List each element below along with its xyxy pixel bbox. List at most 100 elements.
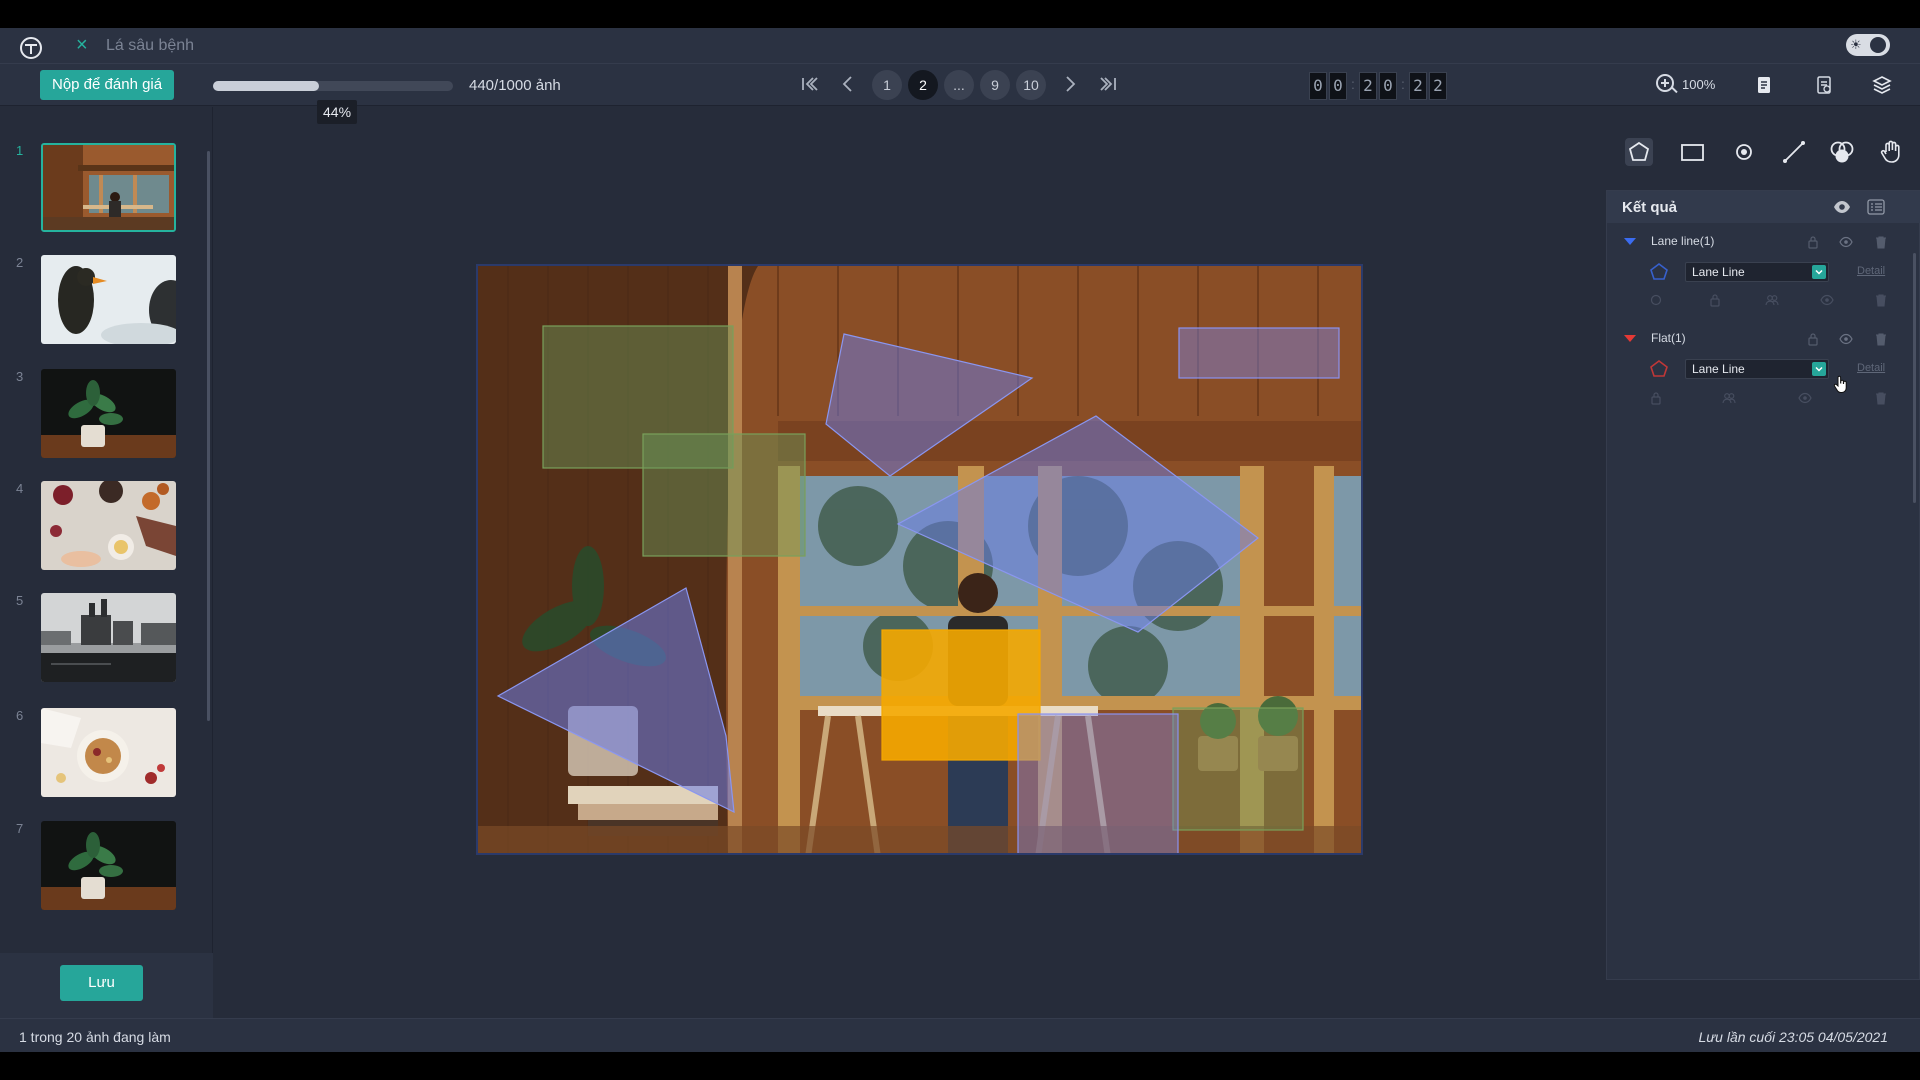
eye-icon[interactable]	[1839, 332, 1853, 346]
group-name: Lane line(1)	[1651, 234, 1715, 248]
detail-link[interactable]: Detail	[1857, 362, 1885, 374]
timer-digit: 2	[1359, 72, 1377, 100]
label-select-value: Lane Line	[1692, 362, 1745, 376]
page-9-button[interactable]: 9	[980, 70, 1010, 100]
hand-tool-icon[interactable]	[1877, 137, 1907, 167]
chevron-down-icon[interactable]	[1812, 265, 1826, 279]
thumbnail-image[interactable]	[41, 708, 176, 797]
last-page-icon[interactable]	[1098, 73, 1122, 97]
progress-percent-tooltip: 44%	[317, 100, 358, 124]
result-group-lane-line[interactable]: Lane line(1)	[1607, 227, 1920, 257]
page-1-button[interactable]: 1	[872, 70, 902, 100]
thumbnail-item[interactable]: 5	[0, 593, 200, 693]
page-2-button[interactable]: 2	[908, 70, 938, 100]
trash-icon[interactable]	[1874, 293, 1888, 307]
caret-down-icon[interactable]	[1624, 238, 1636, 245]
rectangle-tool-icon[interactable]	[1677, 137, 1707, 167]
zoom-level: 100%	[1682, 77, 1716, 92]
thumbnail-item[interactable]: 4	[0, 481, 200, 581]
submit-for-review-button[interactable]: Nộp để đánh giá	[40, 70, 175, 100]
eye-icon[interactable]	[1798, 391, 1812, 405]
point-tool-icon[interactable]	[1729, 137, 1759, 167]
label-select[interactable]: Lane Line	[1685, 359, 1829, 379]
thumbnail-index: 6	[16, 708, 24, 723]
close-icon[interactable]: ×	[76, 34, 88, 57]
list-view-icon[interactable]	[1867, 199, 1885, 215]
thumbnail-item[interactable]: 6	[0, 708, 200, 808]
thumbnail-sidebar: 1 2 3 4 5 6 7 Lưu	[0, 107, 213, 1018]
group-name: Flat(1)	[1651, 331, 1686, 345]
person-head	[958, 573, 998, 613]
eye-icon[interactable]	[1833, 199, 1851, 215]
thumbnail-image[interactable]	[41, 369, 176, 458]
eye-icon[interactable]	[1839, 235, 1853, 249]
thumbnail-index: 4	[16, 481, 24, 496]
lock-icon[interactable]	[1806, 332, 1820, 346]
results-header: Kết quả	[1607, 191, 1920, 223]
lock-icon[interactable]	[1806, 235, 1820, 249]
trash-icon[interactable]	[1874, 332, 1888, 346]
users-icon[interactable]	[1722, 391, 1736, 405]
layers-icon[interactable]	[1871, 74, 1893, 96]
next-page-icon[interactable]	[1058, 73, 1082, 97]
page-10-button[interactable]: 10	[1016, 70, 1046, 100]
sidebar-scrollbar[interactable]	[207, 151, 210, 721]
thumbnail-image[interactable]	[41, 821, 176, 910]
thumbnail-image[interactable]	[41, 255, 176, 344]
toolbar: Nộp để đánh giá 44% 440/1000 ảnh 1 2 ...…	[0, 64, 1920, 124]
detail-link[interactable]: Detail	[1857, 265, 1885, 277]
polygon-tool-icon[interactable]	[1624, 137, 1654, 167]
reset-icon[interactable]	[1649, 293, 1663, 307]
thumbnail-index: 1	[16, 143, 24, 158]
timer-digit: 0	[1329, 72, 1347, 100]
annotation-rect-green	[642, 433, 806, 557]
thumbnail-item[interactable]: 2	[0, 255, 200, 355]
title-bar: × Lá sâu bệnh ☀	[0, 28, 1920, 64]
label-select-value: Lane Line	[1692, 265, 1745, 279]
thumbnail-item[interactable]: 3	[0, 369, 200, 469]
document-list-icon[interactable]	[1813, 74, 1835, 96]
app-logo-icon	[20, 37, 42, 59]
hand-cursor-icon	[1833, 375, 1849, 393]
results-scrollbar[interactable]	[1913, 253, 1916, 503]
result-item[interactable]: Lane Line Detail	[1607, 257, 1920, 287]
annotation-rect-orange	[881, 629, 1041, 761]
thumbnail-index: 5	[16, 593, 24, 608]
tool-palette	[1605, 125, 1920, 181]
result-group-flat[interactable]: Flat(1)	[1607, 324, 1920, 354]
timer-digit: 2	[1409, 72, 1427, 100]
timer-separator: :	[1351, 76, 1355, 92]
thumbnail-item[interactable]: 7	[0, 821, 200, 921]
trash-icon[interactable]	[1874, 391, 1888, 405]
thumbnail-image[interactable]	[41, 143, 176, 232]
thumbnail-image[interactable]	[41, 481, 176, 570]
first-page-icon[interactable]	[796, 73, 820, 97]
users-icon[interactable]	[1765, 293, 1779, 307]
zoom-handle	[1671, 86, 1678, 94]
thumbnail-item[interactable]: 1	[0, 143, 200, 243]
timer-digit: 0	[1309, 72, 1327, 100]
zoom-in-icon[interactable]	[1656, 74, 1674, 92]
annotation-canvas[interactable]	[476, 264, 1363, 855]
trash-icon[interactable]	[1874, 235, 1888, 249]
page-ellipsis[interactable]: ...	[944, 70, 974, 100]
timer-digit: 0	[1379, 72, 1397, 100]
annotation-app: × Lá sâu bệnh ☀ Nộp để đánh giá 44% 440/…	[0, 28, 1920, 1052]
color-filter-icon[interactable]	[1827, 137, 1857, 167]
eye-icon[interactable]	[1820, 293, 1834, 307]
sidebar-footer: Lưu	[0, 953, 213, 1018]
status-bar: 1 trong 20 ảnh đang làm Lưu lần cuối 23:…	[0, 1018, 1920, 1052]
lock-icon[interactable]	[1649, 391, 1663, 405]
label-select[interactable]: Lane Line	[1685, 262, 1829, 282]
caret-down-icon[interactable]	[1624, 335, 1636, 342]
thumbnail-image[interactable]	[41, 593, 176, 682]
prev-page-icon[interactable]	[836, 73, 860, 97]
save-button[interactable]: Lưu	[60, 965, 143, 1001]
chevron-down-icon[interactable]	[1812, 362, 1826, 376]
result-item-actions	[1607, 383, 1920, 413]
line-tool-icon[interactable]	[1779, 137, 1809, 167]
lock-icon[interactable]	[1708, 293, 1722, 307]
result-item[interactable]: Lane Line Detail	[1607, 354, 1920, 384]
document-icon[interactable]	[1753, 74, 1775, 96]
theme-toggle[interactable]: ☀	[1846, 34, 1890, 56]
